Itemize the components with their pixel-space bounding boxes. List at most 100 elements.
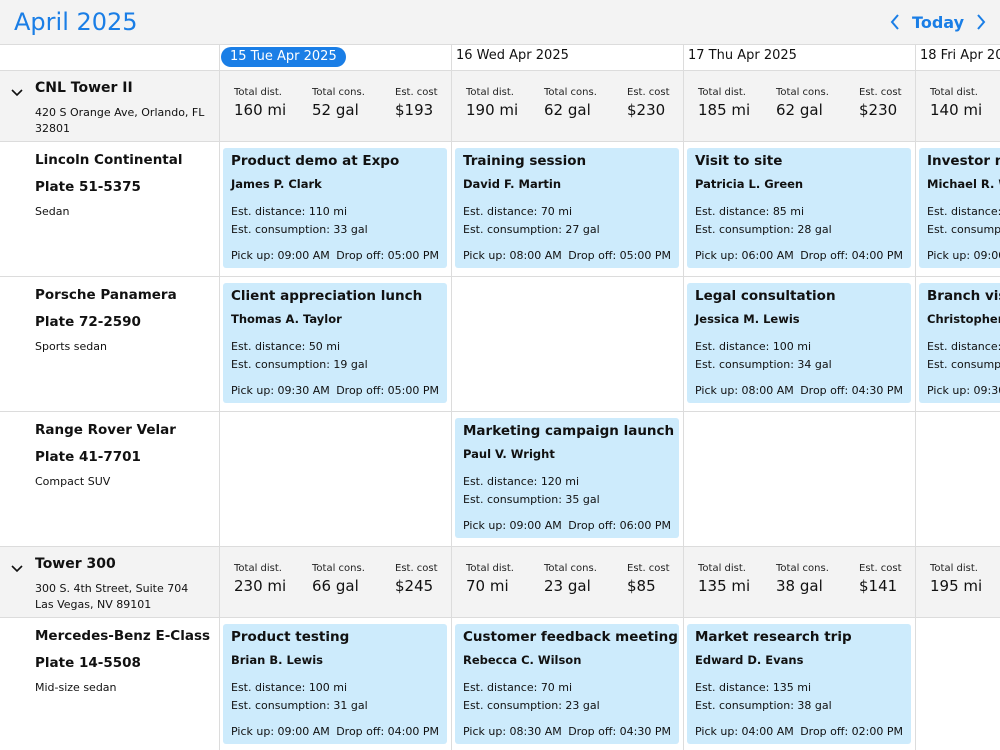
booking-title: Product demo at Expo: [231, 153, 400, 169]
location-name: CNL Tower II: [35, 80, 133, 96]
summary-cost: Est. cost $85: [627, 563, 670, 595]
summary-cons: Total cons. 66 gal: [312, 563, 365, 595]
summary-dist-value: 185 mi: [698, 101, 751, 119]
vehicle-type: Sedan: [35, 205, 70, 218]
booking-driver: Michael R. White: [927, 177, 1000, 191]
dropoff-value: 05:00 PM: [387, 384, 439, 397]
dropoff-value: 04:30 PM: [619, 725, 671, 738]
vehicle-resource[interactable]: Lincoln Continental Plate 51-5375 Sedan: [0, 142, 219, 276]
booking-distance: Est. distance: 120 mi: [463, 475, 579, 488]
summary-dist-value: 135 mi: [698, 577, 751, 595]
booking-card[interactable]: Product testing Brian B. Lewis Est. distan…: [223, 624, 447, 744]
booking-distance: Est. distance: 100 mi: [695, 340, 811, 353]
vehicle-resource[interactable]: Mercedes-Benz E-Class Plate 14-5508 Mid-si…: [0, 618, 219, 750]
summary-dist-value: 190 mi: [466, 101, 519, 119]
consumption-value: 31 gal: [333, 699, 368, 712]
chevron-down-icon[interactable]: [11, 559, 23, 573]
column-divider: [915, 44, 916, 750]
booking-card[interactable]: Training session David F. Martin Est. dist…: [455, 148, 679, 268]
pickup-label: Pick up:: [927, 249, 974, 262]
booking-distance: Est. distance: 100 mi: [231, 681, 347, 694]
distance-label: Est. distance:: [231, 340, 309, 353]
dropoff-value: 04:00 PM: [387, 725, 439, 738]
consumption-label: Est. consumption:: [927, 358, 1000, 371]
day-label: 17 Thu Apr 2025: [688, 48, 797, 63]
day-label: 16 Wed Apr 2025: [456, 48, 569, 63]
summary-dist-label: Total dist.: [930, 563, 978, 574]
booking-card[interactable]: Marketing campaign launch Paul V. Wright E…: [455, 418, 679, 538]
booking-card[interactable]: Legal consultation Jessica M. Lewis Est. d…: [687, 283, 911, 403]
booking-distance: Est. distance: 70 mi: [463, 205, 572, 218]
summary-cons-label: Total cons.: [776, 563, 829, 574]
booking-driver: Patricia L. Green: [695, 177, 804, 191]
month-title: April 2025: [14, 8, 138, 36]
column-divider: [683, 44, 684, 750]
booking-title: Investor meeting: [927, 153, 1000, 169]
day-label: 18 Fri Apr 2025: [920, 48, 1000, 63]
summary-dist-label: Total dist.: [930, 87, 978, 98]
booking-driver: James P. Clark: [231, 177, 322, 191]
booking-card[interactable]: Client appreciation lunch Thomas A. Taylo…: [223, 283, 447, 403]
chevron-left-icon[interactable]: [888, 11, 902, 33]
day-header[interactable]: 16 Wed Apr 2025: [451, 44, 682, 70]
vehicle-plate: Plate 14-5508: [35, 655, 141, 671]
summary-dist-value: 230 mi: [234, 577, 287, 595]
vehicle-resource[interactable]: Range Rover Velar Plate 41-7701 Compact SU…: [0, 412, 219, 546]
consumption-value: 33 gal: [333, 223, 368, 236]
today-button[interactable]: Today: [912, 13, 964, 32]
booking-title: Product testing: [231, 629, 350, 645]
vehicle-type: Sports sedan: [35, 340, 107, 353]
distance-label: Est. distance:: [463, 475, 541, 488]
booking-driver: Thomas A. Taylor: [231, 312, 342, 326]
day-header[interactable]: 17 Thu Apr 2025: [683, 44, 914, 70]
today-date-pill: 15 Tue Apr 2025: [221, 47, 346, 67]
chevron-right-icon[interactable]: [974, 11, 988, 33]
dropoff-value: 05:00 PM: [619, 249, 671, 262]
consumption-label: Est. consumption:: [463, 699, 566, 712]
distance-value: 70 mi: [540, 681, 573, 694]
distance-label: Est. distance:: [231, 681, 309, 694]
booking-consumption: Est. consumption: 28 gal: [695, 223, 832, 236]
pickup-label: Pick up:: [231, 725, 278, 738]
booking-card[interactable]: Investor meeting Michael R. White Est. dis…: [919, 148, 1000, 268]
booking-card[interactable]: Customer feedback meeting Rebecca C. Wils…: [455, 624, 679, 744]
booking-dropoff: Drop off: 05:00 PM: [336, 249, 439, 262]
summary-cons: Total cons. 62 gal: [544, 87, 597, 119]
consumption-label: Est. consumption:: [695, 358, 798, 371]
vehicle-plate: Plate 41-7701: [35, 449, 141, 465]
summary-cons-value: 38 gal: [776, 577, 823, 595]
pickup-label: Pick up:: [695, 725, 742, 738]
summary-cost-label: Est. cost: [859, 87, 902, 98]
vehicle-name: Lincoln Continental: [35, 152, 183, 168]
booking-card[interactable]: Market research trip Edward D. Evans Est. …: [687, 624, 911, 744]
summary-cons: Total cons. 23 gal: [544, 563, 597, 595]
booking-card[interactable]: Visit to site Patricia L. Green Est. dista…: [687, 148, 911, 268]
location-address: 420 S Orange Ave, Orlando, FL 32801: [35, 106, 205, 135]
day-header[interactable]: 18 Fri Apr 2025: [915, 44, 1000, 70]
booking-title: Market research trip: [695, 629, 852, 645]
consumption-label: Est. consumption:: [695, 223, 798, 236]
booking-pickup: Pick up: 06:00 AM: [695, 249, 794, 262]
consumption-label: Est. consumption:: [231, 223, 334, 236]
summary-cons-label: Total cons.: [776, 87, 829, 98]
pickup-label: Pick up:: [231, 384, 278, 397]
booking-title: Training session: [463, 153, 587, 169]
location-group-row: CNL Tower II 420 S Orange Ave, Orlando, F…: [0, 71, 1000, 141]
booking-card[interactable]: Product demo at Expo James P. Clark Est. d…: [223, 148, 447, 268]
location-header: Tower 300 300 S. 4th Street, Suite 704 La…: [0, 547, 219, 617]
summary-dist: Total dist. 135 mi: [698, 563, 750, 595]
booking-consumption: Est. consumption: 20 gal: [927, 358, 1000, 371]
chevron-down-icon[interactable]: [11, 83, 23, 97]
distance-label: Est. distance:: [927, 340, 1000, 353]
day-header[interactable]: 15 Tue Apr 2025: [219, 44, 450, 70]
summary-cons-value: 52 gal: [312, 101, 359, 119]
summary-dist-label: Total dist.: [234, 87, 282, 98]
summary-dist-label: Total dist.: [234, 563, 282, 574]
booking-card[interactable]: Branch visit Christopher N. Est. distance:…: [919, 283, 1000, 403]
summary-cost: Est. cost $230: [627, 87, 670, 119]
consumption-value: 19 gal: [333, 358, 368, 371]
distance-value: 135 mi: [772, 681, 812, 694]
vehicle-resource[interactable]: Porsche Panamera Plate 72-2590 Sports seda…: [0, 277, 219, 411]
booking-pickup: Pick up: 09:00 AM: [231, 725, 330, 738]
summary-cost: Est. cost $193: [395, 87, 438, 119]
